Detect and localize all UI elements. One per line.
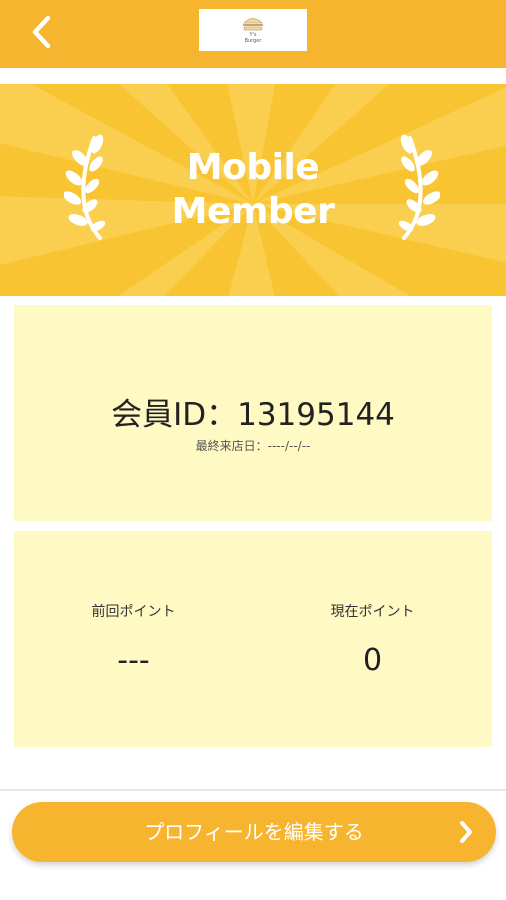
member-id-card: 会員ID：13195144 最終来店日：----/--/-- xyxy=(14,305,492,521)
burger-icon xyxy=(243,18,263,31)
chevron-left-icon xyxy=(32,15,51,49)
last-visit-date: 最終来店日：----/--/-- xyxy=(195,439,311,453)
current-points-value: 0 xyxy=(362,643,383,678)
divider xyxy=(0,789,506,791)
mobile-member-banner: Mobile Member xyxy=(0,84,506,296)
laurel-right-icon xyxy=(398,134,440,240)
back-button[interactable] xyxy=(22,12,62,52)
member-id: 会員ID：13195144 xyxy=(111,397,395,433)
chevron-right-icon xyxy=(460,821,472,843)
edit-profile-label: プロフィールを編集する xyxy=(144,820,364,844)
app-header: Y's Burger xyxy=(0,0,506,68)
previous-points-label: 前回ポイント xyxy=(91,604,176,620)
previous-points: 前回ポイント --- xyxy=(14,601,253,678)
laurel-left-icon xyxy=(64,134,106,240)
brand-logo: Y's Burger xyxy=(199,9,307,51)
previous-points-value: --- xyxy=(117,643,150,678)
current-points-label: 現在ポイント xyxy=(330,604,415,620)
current-points: 現在ポイント 0 xyxy=(253,601,492,678)
points-card: 前回ポイント --- 現在ポイント 0 xyxy=(14,531,492,747)
logo-text-line2: Burger xyxy=(244,38,262,44)
edit-profile-button[interactable]: プロフィールを編集する xyxy=(12,802,496,862)
